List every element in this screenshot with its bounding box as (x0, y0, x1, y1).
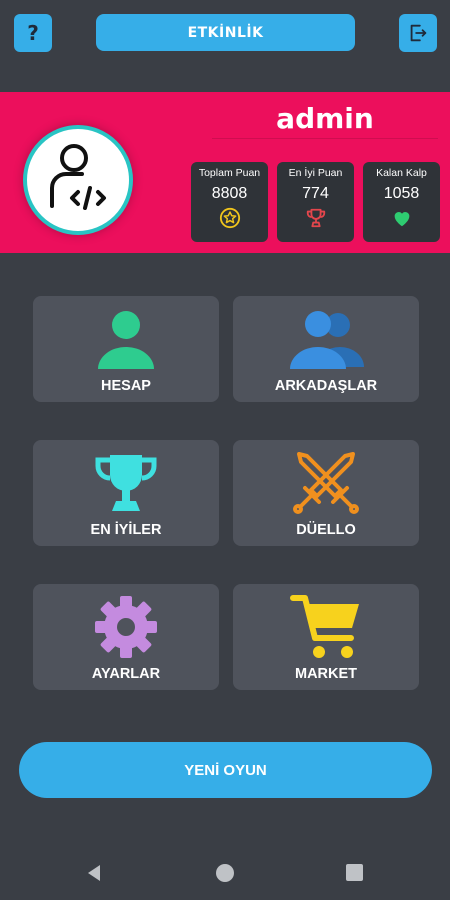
stat-value: 774 (302, 185, 329, 202)
event-button[interactable]: ETKİNLİK (96, 14, 355, 51)
profile-panel: admin Toplam Puan 8808 En İyi Puan 774 K… (0, 92, 450, 253)
stat-remaining-hearts: Kalan Kalp 1058 (363, 162, 440, 242)
new-game-button[interactable]: YENİ OYUN (19, 742, 432, 798)
tile-friends[interactable]: ARKADAŞLAR (233, 296, 419, 402)
stat-label: Toplam Puan (198, 167, 261, 179)
help-button[interactable]: ? (14, 14, 52, 52)
stat-value: 1058 (383, 185, 420, 202)
logout-button[interactable] (399, 14, 437, 52)
back-icon[interactable] (86, 864, 102, 882)
home-icon[interactable] (216, 864, 234, 882)
stat-label: Kalan Kalp (376, 167, 427, 179)
top-bar: ? ETKİNLİK (0, 0, 450, 92)
stat-label: En İyi Puan (288, 167, 343, 179)
tile-label: DÜELLO (296, 522, 356, 538)
avatar[interactable] (23, 125, 133, 235)
tile-leaderboard[interactable]: EN İYİLER (33, 440, 219, 546)
tile-label: ARKADAŞLAR (274, 378, 378, 394)
system-nav-bar (0, 845, 450, 900)
user-icon (98, 311, 154, 369)
tile-market[interactable]: MARKET (233, 584, 419, 690)
tile-account[interactable]: HESAP (33, 296, 219, 402)
logout-icon (410, 24, 427, 42)
tile-settings[interactable]: AYARLAR (33, 584, 219, 690)
star-icon (219, 207, 240, 229)
gear-icon (95, 596, 157, 658)
tile-label: AYARLAR (91, 666, 161, 682)
crossed-swords-icon (293, 452, 359, 514)
tile-label: EN İYİLER (90, 522, 162, 538)
stat-best-score: En İyi Puan 774 (277, 162, 354, 242)
stat-total-score: Toplam Puan 8808 (191, 162, 268, 242)
divider (212, 138, 438, 139)
tile-duel[interactable]: DÜELLO (233, 440, 419, 546)
friends-icon (290, 311, 364, 369)
tile-label: MARKET (294, 666, 358, 682)
username: admin (276, 102, 374, 135)
trophy-icon (95, 455, 157, 511)
heart-icon (394, 212, 409, 227)
stat-value: 8808 (211, 185, 248, 202)
tile-label: HESAP (101, 378, 151, 394)
developer-avatar-icon (50, 144, 106, 210)
recent-apps-icon[interactable] (346, 864, 363, 881)
trophy-icon (306, 208, 325, 228)
cart-icon (290, 595, 359, 658)
